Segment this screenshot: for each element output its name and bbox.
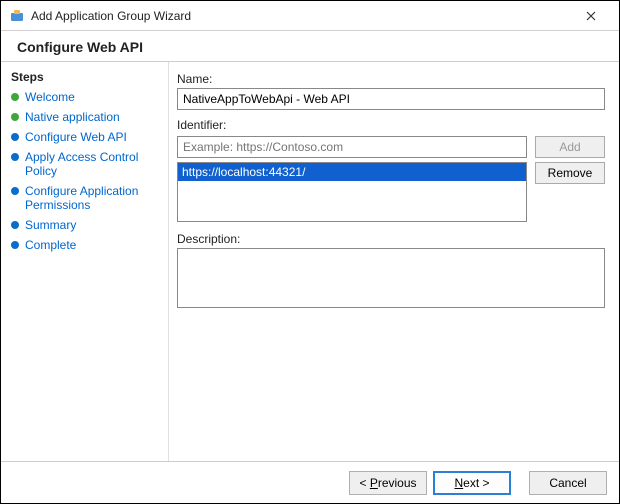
- step-complete[interactable]: Complete: [11, 238, 158, 252]
- step-native-application[interactable]: Native application: [11, 110, 158, 124]
- window-title: Add Application Group Wizard: [31, 9, 571, 23]
- step-link[interactable]: Apply Access Control Policy: [25, 150, 158, 178]
- bullet-icon: [11, 221, 19, 229]
- step-configure-application-permissions[interactable]: Configure Application Permissions: [11, 184, 158, 212]
- bullet-icon: [11, 113, 19, 121]
- app-icon: [9, 8, 25, 24]
- title-bar: Add Application Group Wizard: [1, 1, 619, 31]
- wizard-window: Add Application Group Wizard Configure W…: [0, 0, 620, 504]
- identifier-input[interactable]: [177, 136, 527, 158]
- next-button[interactable]: Next >: [433, 471, 511, 495]
- steps-heading: Steps: [11, 70, 158, 84]
- description-input[interactable]: [177, 248, 605, 308]
- step-link[interactable]: Complete: [25, 238, 76, 252]
- step-link[interactable]: Welcome: [25, 90, 75, 104]
- name-input[interactable]: [177, 88, 605, 110]
- previous-button[interactable]: < Previous: [349, 471, 427, 495]
- step-link[interactable]: Summary: [25, 218, 76, 232]
- bullet-icon: [11, 153, 19, 161]
- cancel-button[interactable]: Cancel: [529, 471, 607, 495]
- close-button[interactable]: [571, 2, 611, 30]
- identifier-label: Identifier:: [177, 118, 605, 132]
- page-header: Configure Web API: [1, 31, 619, 62]
- step-welcome[interactable]: Welcome: [11, 90, 158, 104]
- step-configure-web-api[interactable]: Configure Web API: [11, 130, 158, 144]
- step-link[interactable]: Configure Application Permissions: [25, 184, 158, 212]
- identifier-list[interactable]: https://localhost:44321/: [177, 162, 527, 222]
- steps-list: Welcome Native application Configure Web…: [11, 90, 158, 252]
- description-label: Description:: [177, 232, 605, 246]
- bullet-icon: [11, 93, 19, 101]
- name-label: Name:: [177, 72, 605, 86]
- bullet-icon: [11, 133, 19, 141]
- footer: < Previous Next > Cancel: [1, 461, 619, 503]
- step-summary[interactable]: Summary: [11, 218, 158, 232]
- add-button: Add: [535, 136, 605, 158]
- content-panel: Name: Identifier: Add https://localhost:…: [169, 62, 619, 461]
- step-link[interactable]: Native application: [25, 110, 120, 124]
- step-link[interactable]: Configure Web API: [25, 130, 127, 144]
- remove-button[interactable]: Remove: [535, 162, 605, 184]
- step-apply-access-control-policy[interactable]: Apply Access Control Policy: [11, 150, 158, 178]
- page-title: Configure Web API: [17, 39, 603, 55]
- identifier-list-item[interactable]: https://localhost:44321/: [178, 163, 526, 181]
- steps-panel: Steps Welcome Native application Configu…: [1, 62, 169, 461]
- bullet-icon: [11, 187, 19, 195]
- bullet-icon: [11, 241, 19, 249]
